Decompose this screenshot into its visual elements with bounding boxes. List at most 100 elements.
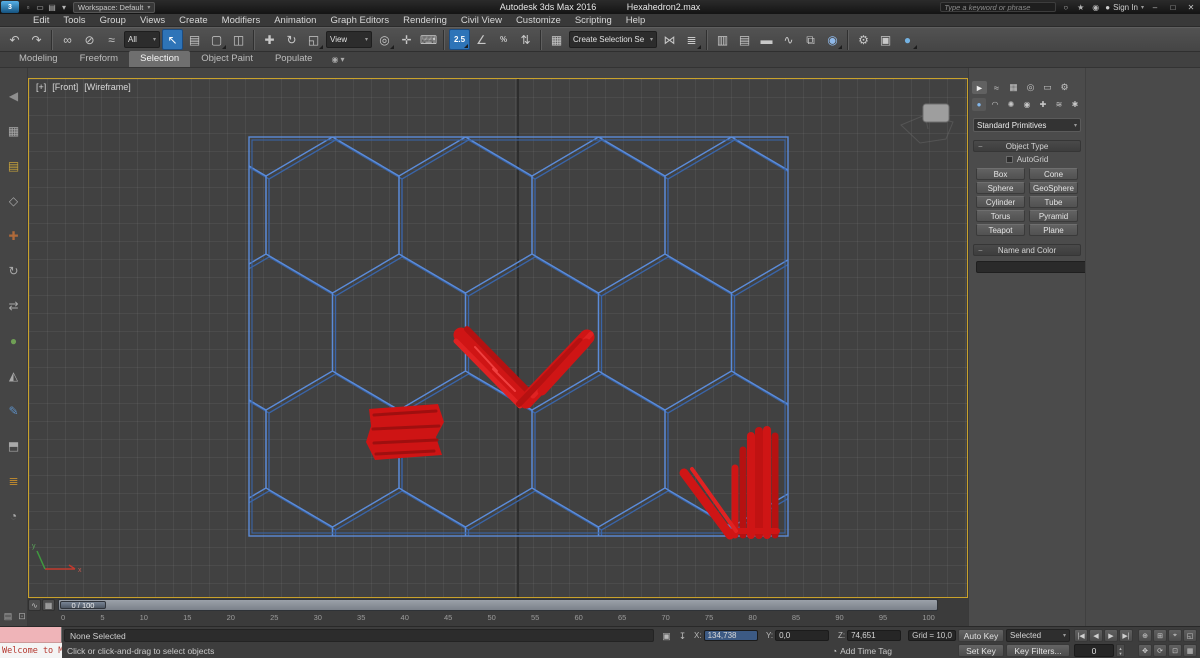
select-and-move-icon[interactable]: ✚ bbox=[259, 29, 280, 50]
grid-snap-icon[interactable]: ▦ bbox=[4, 121, 24, 141]
ribbon-tab-selection[interactable]: Selection bbox=[129, 51, 191, 67]
object-name-input[interactable] bbox=[976, 261, 1088, 273]
new-scene-icon[interactable]: ▫ bbox=[22, 1, 34, 13]
category-systems[interactable]: ✱ bbox=[1068, 98, 1082, 111]
coord-y-input[interactable]: 0,0 bbox=[775, 630, 830, 641]
minimize-button[interactable]: – bbox=[1148, 1, 1162, 13]
render-setup-icon[interactable]: ⚙ bbox=[853, 29, 874, 50]
mirror-icon[interactable]: ⋈ bbox=[659, 29, 680, 50]
coord-z-input[interactable]: 74,651 bbox=[847, 630, 902, 641]
edit-named-selection-sets-icon[interactable]: ▦ bbox=[546, 29, 567, 50]
menu-animation[interactable]: Animation bbox=[267, 15, 323, 26]
keyboard-shortcut-override-icon[interactable]: ⌨ bbox=[418, 29, 439, 50]
use-pivot-point-center-icon[interactable]: ◎ bbox=[374, 29, 395, 50]
viewcube[interactable] bbox=[900, 103, 954, 144]
time-slider[interactable]: 0 / 100 bbox=[60, 601, 106, 610]
favorites-star-icon[interactable]: ★ bbox=[1075, 3, 1086, 12]
object-type-torus-button[interactable]: Torus bbox=[976, 210, 1025, 222]
category-lights[interactable]: ✺ bbox=[1004, 98, 1018, 111]
play-animation-icon[interactable]: ▶ bbox=[1104, 629, 1118, 642]
object-type-pyramid-button[interactable]: Pyramid bbox=[1029, 210, 1078, 222]
go-to-start-icon[interactable]: |◀ bbox=[1074, 629, 1088, 642]
ribbon-options-button[interactable]: ◉ ▾ bbox=[331, 55, 344, 67]
viewport-layout-icon[interactable]: ▦ bbox=[1183, 644, 1197, 657]
toggle-layer-explorer-icon[interactable]: ▤ bbox=[734, 29, 755, 50]
tab-utilities[interactable]: ⚙ bbox=[1057, 81, 1072, 94]
zoom-icon[interactable]: ⊕ bbox=[1138, 629, 1152, 642]
select-object-icon[interactable]: ↖ bbox=[162, 29, 183, 50]
object-type-geosphere-button[interactable]: GeoSphere bbox=[1029, 182, 1078, 194]
zoom-region-icon[interactable]: ◱ bbox=[1183, 629, 1197, 642]
search-input[interactable] bbox=[940, 2, 1057, 12]
angle-snap-toggle-icon[interactable]: ∠ bbox=[471, 29, 492, 50]
quick-access-caret-icon[interactable]: ▾ bbox=[58, 1, 70, 13]
align-icon[interactable]: ≣ bbox=[681, 29, 702, 50]
menu-customize[interactable]: Customize bbox=[509, 15, 568, 26]
selection-lock-toggle-icon[interactable]: ▣ bbox=[660, 630, 673, 642]
layers-stack-icon[interactable]: ▤ bbox=[4, 156, 24, 176]
viewport-menu-view[interactable]: [Front] bbox=[52, 82, 78, 92]
key-filters-button[interactable]: Key Filters... bbox=[1006, 644, 1070, 657]
undo-icon[interactable]: ↶ bbox=[4, 29, 25, 50]
viewport-layout-tab-icon[interactable]: ▤ bbox=[2, 610, 14, 622]
menu-modifiers[interactable]: Modifiers bbox=[215, 15, 268, 26]
frame-spinner[interactable]: ▲ ▼ bbox=[1116, 644, 1125, 657]
object-type-teapot-button[interactable]: Teapot bbox=[976, 224, 1025, 236]
tab-modify[interactable]: ≈ bbox=[989, 81, 1004, 94]
save-file-icon[interactable]: ▤ bbox=[46, 1, 58, 13]
redo-icon[interactable]: ↷ bbox=[26, 29, 47, 50]
sphere-primitive-icon[interactable]: ● bbox=[4, 331, 24, 351]
set-key-button[interactable]: Set Key bbox=[958, 644, 1004, 657]
object-type-cone-button[interactable]: Cone bbox=[1029, 168, 1078, 180]
maxscript-mini-listener[interactable]: Welcome to M bbox=[0, 643, 62, 658]
spinner-snap-toggle-icon[interactable]: ⇅ bbox=[515, 29, 536, 50]
ribbon-tab-object-paint[interactable]: Object Paint bbox=[190, 51, 264, 67]
auto-key-button[interactable]: Auto Key bbox=[958, 629, 1004, 642]
tab-hierarchy[interactable]: ▦ bbox=[1006, 81, 1021, 94]
menu-create[interactable]: Create bbox=[172, 15, 215, 26]
track-bar-key-button[interactable]: ▦ bbox=[42, 599, 55, 611]
menu-tools[interactable]: Tools bbox=[56, 15, 92, 26]
list-lines-icon[interactable]: ≣ bbox=[4, 471, 24, 491]
timeline-ruler[interactable]: 0 5 10 15 20 25 30 35 40 45 50 55 60 65 70 75 80 85 90 95 10… bbox=[58, 613, 938, 622]
mirror-arrows-icon[interactable]: ⇄ bbox=[4, 296, 24, 316]
tab-create[interactable]: ► bbox=[972, 81, 987, 94]
viewport-menu-plus[interactable]: [+] bbox=[36, 82, 46, 92]
select-and-manipulate-icon[interactable]: ✛ bbox=[396, 29, 417, 50]
pan-icon[interactable]: ✥ bbox=[1138, 644, 1152, 657]
object-type-rollout[interactable]: − Object Type bbox=[973, 140, 1081, 152]
menu-graph-editors[interactable]: Graph Editors bbox=[323, 15, 396, 26]
tab-display[interactable]: ▭ bbox=[1040, 81, 1055, 94]
rotate-circle-icon[interactable]: ↻ bbox=[4, 261, 24, 281]
primitives-dropdown[interactable]: Standard Primitives ▾ bbox=[973, 118, 1081, 132]
selection-set-dropdown[interactable]: Selected ▾ bbox=[1006, 629, 1070, 642]
viewport-front[interactable]: [+] [Front] [Wireframe] x y bbox=[28, 78, 968, 598]
category-cameras[interactable]: ◉ bbox=[1020, 98, 1034, 111]
close-button[interactable]: ✕ bbox=[1184, 1, 1198, 13]
reference-coordinate-system-dropdown[interactable]: View ▾ bbox=[326, 31, 372, 48]
menu-rendering[interactable]: Rendering bbox=[396, 15, 454, 26]
absolute-mode-toggle-icon[interactable]: ↧ bbox=[676, 630, 689, 642]
menu-views[interactable]: Views bbox=[133, 15, 172, 26]
select-and-rotate-icon[interactable]: ↻ bbox=[281, 29, 302, 50]
unlink-selection-icon[interactable]: ⊘ bbox=[79, 29, 100, 50]
named-selection-sets-dropdown[interactable]: Create Selection Se ▾ bbox=[569, 31, 657, 48]
object-type-box-button[interactable]: Box bbox=[976, 168, 1025, 180]
category-geometry[interactable]: ● bbox=[972, 98, 986, 111]
object-type-cylinder-button[interactable]: Cylinder bbox=[976, 196, 1025, 208]
previous-frame-icon[interactable]: ◀ bbox=[1089, 629, 1103, 642]
ribbon-tab-populate[interactable]: Populate bbox=[264, 51, 324, 67]
menu-scripting[interactable]: Scripting bbox=[568, 15, 619, 26]
autogrid-checkbox[interactable] bbox=[1005, 156, 1013, 163]
application-menu-icon[interactable]: 3 bbox=[1, 1, 19, 13]
current-frame-field[interactable]: 0 bbox=[1074, 644, 1114, 657]
clock-tool-icon[interactable]: ◔ bbox=[4, 506, 24, 526]
ribbon-tab-freeform[interactable]: Freeform bbox=[69, 51, 130, 67]
time-slider-track[interactable]: 0 / 100 bbox=[58, 599, 938, 611]
render-production-icon[interactable]: ● bbox=[897, 29, 918, 50]
open-mini-curve-editor-button[interactable]: ∿ bbox=[28, 599, 41, 611]
diamond-shape-icon[interactable]: ◇ bbox=[4, 191, 24, 211]
sign-in-button[interactable]: ● Sign In ▾ bbox=[1105, 3, 1144, 12]
menu-group[interactable]: Group bbox=[93, 15, 133, 26]
menu-civil-view[interactable]: Civil View bbox=[454, 15, 509, 26]
